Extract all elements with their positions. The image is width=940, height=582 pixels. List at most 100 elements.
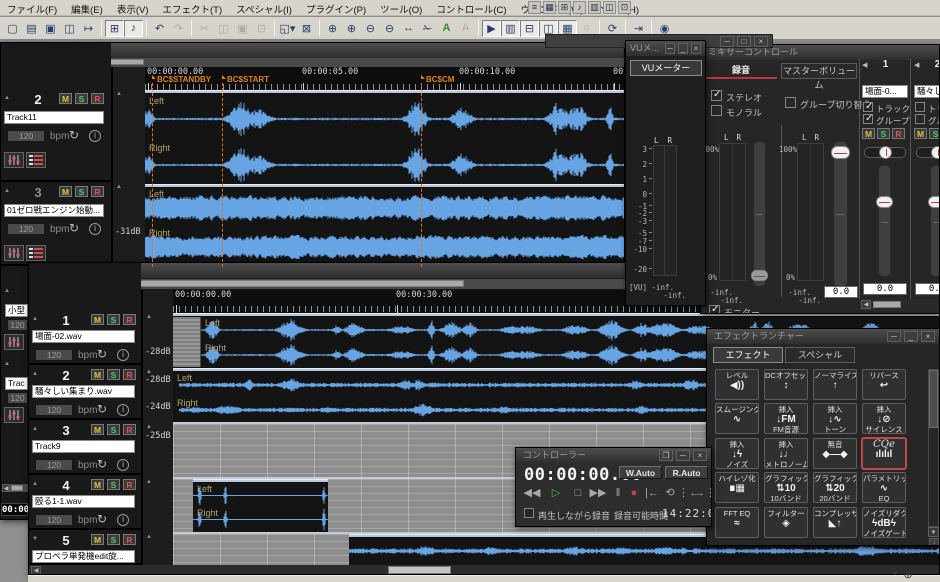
info-icon[interactable]: i — [117, 349, 129, 361]
controller-titlebar[interactable]: コントローラー ❐─× — [516, 448, 711, 463]
mixer-view-icon[interactable]: ▥ — [501, 20, 520, 37]
fader-tool-button[interactable] — [4, 407, 24, 423]
hide-icon[interactable]: _ — [678, 43, 688, 54]
zoom-out-h-icon[interactable]: ⊖ — [361, 20, 380, 37]
zoom-tool-icon[interactable]: ⊕ — [902, 568, 914, 580]
channel-fader-knob[interactable] — [928, 196, 940, 208]
track-name-field[interactable]: プロペラ単発機edit旋... — [32, 550, 135, 563]
channel-value[interactable]: 0.0 — [863, 283, 907, 295]
track-view-icon[interactable]: ⊟ — [520, 20, 539, 37]
s002-bottom-scroll-thumb[interactable] — [388, 566, 451, 574]
fx-filter-button[interactable]: フィルター◈ — [764, 507, 808, 538]
channel-pan-knob[interactable] — [879, 146, 892, 159]
collapse-arrow-icon[interactable]: ▲ — [32, 426, 38, 432]
track-bpm-field[interactable]: 120 — [35, 404, 73, 416]
open-folder-icon[interactable]: ▤ — [22, 20, 41, 37]
track-solo-button[interactable]: S — [75, 93, 88, 104]
fx-mute-button[interactable]: 無音◆—◆ — [813, 438, 857, 469]
track-solo-button[interactable]: S — [107, 369, 120, 380]
fx-fft-eq-button[interactable]: FFT EQ≈ — [715, 507, 759, 538]
menu-item-0[interactable]: ファイル(F) — [0, 0, 64, 16]
channel-value[interactable]: 0.0 — [915, 283, 940, 295]
track-name-field[interactable]: Track11 — [4, 111, 104, 124]
mixer-scroll-thumb[interactable] — [873, 301, 901, 308]
quick-note-icon[interactable]: ♪ — [573, 1, 586, 14]
master-value[interactable]: 0.0 — [824, 286, 858, 298]
track-name-field[interactable]: 小型 — [5, 304, 28, 317]
save-as-icon[interactable]: ◫ — [60, 20, 79, 37]
scroll-down-icon[interactable]: ▼ — [928, 527, 939, 537]
track3-right-waveform[interactable] — [145, 228, 625, 266]
menu-item-6[interactable]: ツール(O) — [373, 0, 429, 16]
export-icon[interactable]: ↦ — [79, 20, 98, 37]
info-icon[interactable]: i — [89, 223, 101, 235]
channel-solo-button[interactable]: S — [929, 128, 940, 139]
channel-fader[interactable] — [930, 165, 940, 277]
s001-wave-area[interactable]: 00:00:00.0000:00:05.0000:00:10.0000:BC$S… — [145, 67, 625, 267]
fx-smoothing-button[interactable]: スムージング∿ — [715, 403, 759, 434]
trim-icon[interactable]: ⊡ — [252, 20, 271, 37]
fx-insert-noise-button[interactable]: 挿入↓ϟノイズ — [715, 438, 759, 469]
zoom-in-h-icon[interactable]: ⊕ — [323, 20, 342, 37]
info-icon[interactable]: i — [117, 404, 129, 416]
minimize-icon[interactable]: ─ — [676, 450, 690, 461]
fx-vscrollbar[interactable] — [928, 369, 939, 527]
menu-item-3[interactable]: エフェクト(T) — [155, 0, 229, 16]
close-icon[interactable]: × — [754, 36, 768, 47]
collapse-arrow-icon[interactable]: ▲ — [32, 371, 38, 377]
scroll-left-icon[interactable]: ◀ — [2, 484, 10, 492]
channel-mute-button[interactable]: M — [914, 128, 927, 139]
timeline-marker[interactable]: BC$STANDBY — [152, 75, 211, 84]
track3-left-waveform[interactable] — [145, 189, 625, 227]
fx-cqe-button[interactable]: CQeılılıl — [862, 438, 906, 469]
collapse-arrow-icon[interactable]: ▲ — [4, 288, 10, 294]
track-name-field[interactable]: 殴る1-1.wav — [32, 495, 135, 508]
fx-compressor-button[interactable]: コンプレッサー◣↑ — [813, 507, 857, 538]
channel-pan-slider[interactable] — [864, 147, 906, 158]
fx-noise-reduction-button[interactable]: ノイズリダクションϟdBϟノイズゲート — [862, 507, 906, 538]
loop-icon[interactable]: ↻ — [97, 402, 107, 416]
maximize-icon[interactable]: □ — [737, 36, 751, 47]
mixer-layout-toggle-icon[interactable]: ⊞ — [105, 20, 124, 37]
collapse-arrow-icon[interactable]: ▲ — [32, 481, 38, 487]
channel-track-checkbox[interactable] — [915, 102, 925, 112]
fader-tool-button[interactable] — [4, 334, 24, 350]
info-icon[interactable]: i — [117, 459, 129, 471]
fx-insert-tone-button[interactable]: 挿入↓∿トーン — [813, 403, 857, 434]
redo-icon[interactable]: ↷ — [169, 20, 188, 37]
scroll-left-icon[interactable]: ◀ — [31, 566, 41, 575]
track-rec-button[interactable]: R — [123, 479, 136, 490]
quick-mixer-icon[interactable]: ▥ — [588, 1, 601, 14]
t4-left-waveform[interactable] — [193, 484, 328, 507]
record-fader-knob[interactable] — [751, 270, 768, 281]
stereo-checkbox[interactable] — [711, 90, 722, 101]
fx-graphic-eq-20-button[interactable]: グラフィックEQ⇅2020バンド — [813, 472, 857, 503]
track-solo-button[interactable]: S — [107, 479, 120, 490]
fader-tool-button[interactable] — [4, 245, 24, 261]
vu-tab[interactable]: VUメーター — [630, 60, 702, 76]
monitor-checkbox[interactable] — [709, 305, 720, 314]
mixer-group-toggle-checkbox[interactable] — [785, 97, 796, 108]
channel-pan-slider[interactable] — [916, 147, 940, 158]
delete-icon[interactable]: ⊠ — [297, 20, 316, 37]
timeline-marker[interactable]: BC$START — [222, 75, 269, 84]
cliplist-tool-button[interactable] — [26, 245, 46, 261]
rewind-button[interactable]: ◀◀ — [522, 486, 542, 501]
monitor-view-icon[interactable]: ▶ — [482, 20, 501, 37]
auto-fade-icon[interactable]: A — [437, 20, 456, 37]
info-icon[interactable]: i — [89, 130, 101, 142]
collapse-arrow-icon[interactable]: ▲ — [32, 316, 38, 322]
collapse-arrow-icon[interactable]: ▲ — [146, 479, 152, 485]
record-while-play-checkbox[interactable] — [524, 508, 534, 518]
s001-bottom-scrollbar[interactable]: ◀ — [2, 484, 28, 492]
track-bpm-field[interactable]: 120 — [35, 349, 73, 361]
copy-icon[interactable]: ◫ — [214, 20, 233, 37]
goto-start-button[interactable]: |← — [642, 486, 662, 501]
zoom-out-v-icon[interactable]: ⊖ — [380, 20, 399, 37]
fit-window-icon[interactable]: ↔ — [399, 20, 418, 37]
fx-scroll-thumb[interactable] — [929, 370, 938, 428]
master-fader[interactable] — [833, 141, 848, 287]
master-fader-knob[interactable] — [831, 146, 850, 159]
scroll-left-icon[interactable]: ◀ — [861, 300, 871, 309]
collapse-arrow-icon[interactable]: ▲ — [116, 184, 122, 190]
